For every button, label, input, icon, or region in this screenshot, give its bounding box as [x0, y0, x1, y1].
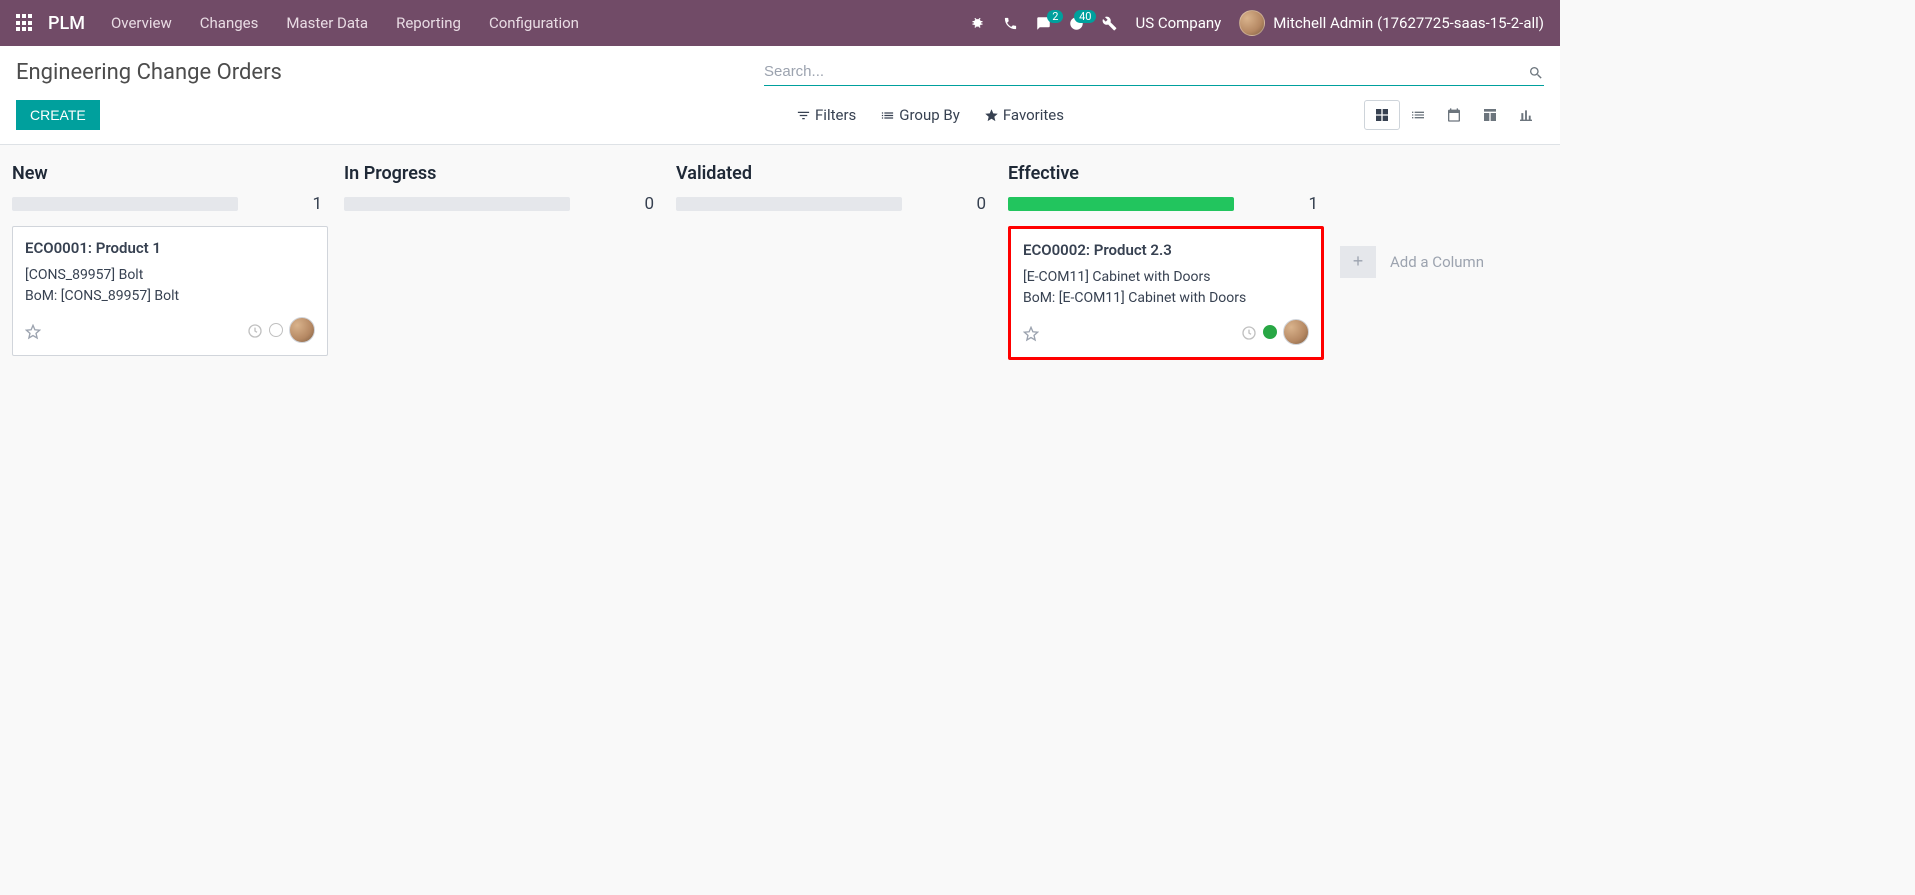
- star-icon: [984, 108, 999, 123]
- favorites-button[interactable]: Favorites: [984, 106, 1064, 124]
- create-button[interactable]: CREATE: [16, 100, 100, 130]
- card-bom: BoM: [E-COM11] Cabinet with Doors: [1023, 288, 1309, 309]
- user-name: Mitchell Admin (17627725-saas-15-2-all): [1273, 14, 1544, 32]
- card-bom: BoM: [CONS_89957] Bolt: [25, 286, 315, 307]
- col-count: 1: [312, 194, 328, 214]
- favorites-label: Favorites: [1003, 106, 1064, 124]
- add-column: + Add a Column: [1332, 155, 1532, 368]
- kanban-col-validated: Validated 0: [668, 155, 1000, 368]
- col-progress[interactable]: [344, 197, 570, 211]
- col-header[interactable]: Validated: [676, 155, 992, 194]
- brand[interactable]: PLM: [48, 13, 85, 34]
- star-toggle[interactable]: [1023, 323, 1041, 341]
- nav-master-data[interactable]: Master Data: [286, 14, 368, 32]
- kanban-col-new: New 1 ECO0001: Product 1 [CONS_89957] Bo…: [4, 155, 336, 368]
- user-menu[interactable]: Mitchell Admin (17627725-saas-15-2-all): [1239, 10, 1544, 36]
- discuss-icon[interactable]: 2: [1036, 16, 1051, 31]
- filters-label: Filters: [815, 106, 856, 124]
- kanban-col-inprogress: In Progress 0: [336, 155, 668, 368]
- col-header[interactable]: New: [12, 155, 328, 194]
- search-icon[interactable]: [1528, 62, 1544, 81]
- assignee-avatar[interactable]: [1283, 319, 1309, 345]
- kanban-col-effective: Effective 1 ECO0002: Product 2.3 [E-COM1…: [1000, 155, 1332, 368]
- view-pivot[interactable]: [1472, 100, 1508, 130]
- activities-badge: 40: [1074, 10, 1096, 23]
- nav-overview[interactable]: Overview: [111, 14, 172, 32]
- groupby-label: Group By: [899, 106, 960, 124]
- search-input[interactable]: [764, 63, 1528, 80]
- kanban-card[interactable]: ECO0001: Product 1 [CONS_89957] Bolt BoM…: [12, 226, 328, 356]
- bug-icon[interactable]: [970, 16, 985, 31]
- view-kanban[interactable]: [1364, 100, 1400, 130]
- add-column-button[interactable]: +: [1340, 246, 1376, 278]
- card-product: [CONS_89957] Bolt: [25, 265, 315, 286]
- card-title: ECO0001: Product 1: [25, 239, 315, 257]
- tools-icon[interactable]: [1102, 16, 1117, 31]
- kanban-board: New 1 ECO0001: Product 1 [CONS_89957] Bo…: [0, 145, 1560, 378]
- funnel-icon: [796, 108, 811, 123]
- star-toggle[interactable]: [25, 321, 43, 339]
- company-selector[interactable]: US Company: [1135, 14, 1221, 32]
- breadcrumb: Engineering Change Orders: [16, 60, 282, 85]
- card-title: ECO0002: Product 2.3: [1023, 241, 1309, 259]
- search-bar[interactable]: [764, 58, 1544, 86]
- col-count: 0: [976, 194, 992, 214]
- view-switcher: [1364, 100, 1544, 130]
- view-list[interactable]: [1400, 100, 1436, 130]
- kanban-state[interactable]: [269, 323, 283, 337]
- list-icon: [880, 108, 895, 123]
- col-count: 0: [644, 194, 660, 214]
- phone-icon[interactable]: [1003, 16, 1018, 31]
- col-progress[interactable]: [676, 197, 902, 211]
- nav-right: 2 40 US Company Mitchell Admin (17627725…: [970, 10, 1544, 36]
- col-count: 1: [1308, 194, 1324, 214]
- nav-configuration[interactable]: Configuration: [489, 14, 579, 32]
- view-calendar[interactable]: [1436, 100, 1472, 130]
- assignee-avatar[interactable]: [289, 317, 315, 343]
- top-nav: PLM Overview Changes Master Data Reporti…: [0, 0, 1560, 46]
- filters-button[interactable]: Filters: [796, 106, 856, 124]
- col-header[interactable]: Effective: [1008, 155, 1324, 194]
- col-progress[interactable]: [12, 197, 238, 211]
- kanban-card[interactable]: ECO0002: Product 2.3 [E-COM11] Cabinet w…: [1008, 226, 1324, 360]
- activities-icon[interactable]: 40: [1069, 16, 1084, 31]
- col-progress[interactable]: [1008, 197, 1234, 211]
- col-header[interactable]: In Progress: [344, 155, 660, 194]
- activity-icon[interactable]: [247, 321, 263, 340]
- avatar-icon: [1239, 10, 1265, 36]
- control-panel: Engineering Change Orders CREATE Filters…: [0, 46, 1560, 145]
- filter-group: Filters Group By Favorites: [796, 106, 1064, 124]
- view-graph[interactable]: [1508, 100, 1544, 130]
- groupby-button[interactable]: Group By: [880, 106, 960, 124]
- apps-icon[interactable]: [16, 14, 34, 32]
- card-product: [E-COM11] Cabinet with Doors: [1023, 267, 1309, 288]
- discuss-badge: 2: [1047, 10, 1063, 23]
- nav-changes[interactable]: Changes: [200, 14, 259, 32]
- nav-reporting[interactable]: Reporting: [396, 14, 461, 32]
- kanban-state[interactable]: [1263, 325, 1277, 339]
- add-column-label[interactable]: Add a Column: [1390, 253, 1484, 271]
- activity-icon[interactable]: [1241, 323, 1257, 342]
- nav-menu: Overview Changes Master Data Reporting C…: [111, 14, 579, 32]
